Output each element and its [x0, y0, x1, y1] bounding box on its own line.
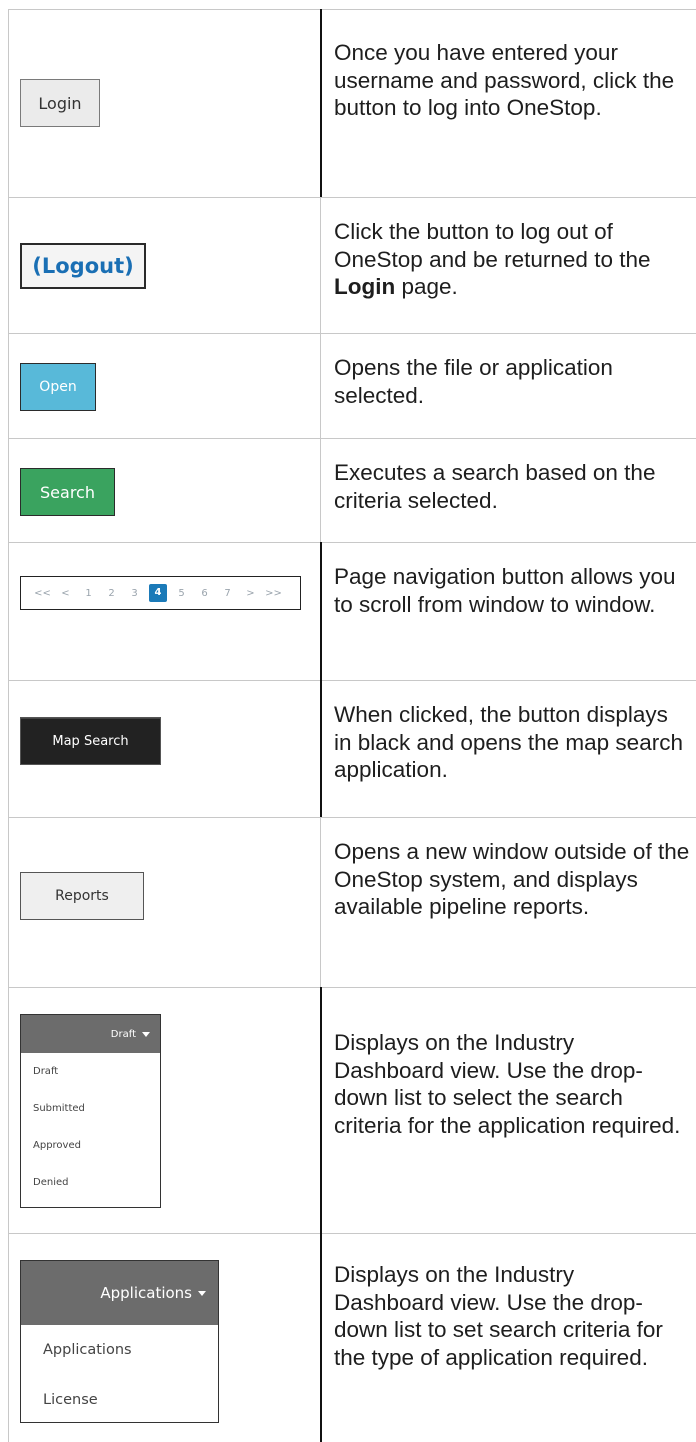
logout-description-text: Click the button to log out of OneStop a… [334, 219, 651, 272]
last-page-button[interactable]: >> [262, 588, 285, 599]
dropdown-option-draft[interactable]: Draft [21, 1053, 160, 1090]
status-dropdown-selected: Draft [110, 1028, 136, 1040]
page-4-button-active[interactable]: 4 [149, 584, 167, 602]
login-button[interactable]: Login [20, 79, 100, 127]
previous-page-button[interactable]: < [54, 588, 77, 599]
control-cell: Search [9, 438, 320, 542]
next-page-button[interactable]: > [239, 588, 262, 599]
status-dropdown-toggle[interactable]: Draft [21, 1015, 160, 1053]
table-row-logout: (Logout) Click the button to log out of … [0, 197, 696, 333]
map-search-description: When clicked, the button displays in bla… [334, 702, 683, 782]
dropdown-option-applications[interactable]: Applications [21, 1325, 218, 1375]
table-row-pagination: << < 1 2 3 4 5 6 7 > >> Page navigation … [0, 542, 696, 680]
page-navigation: << < 1 2 3 4 5 6 7 > >> [20, 576, 301, 610]
control-cell: (Logout) [9, 197, 320, 333]
dropdown-option-denied[interactable]: Denied [21, 1164, 160, 1201]
control-cell: Reports [9, 817, 320, 987]
table-row-reports: Reports Opens a new window outside of th… [0, 817, 696, 987]
caret-down-icon [198, 1290, 206, 1296]
reports-button[interactable]: Reports [20, 872, 144, 920]
type-dropdown-selected: Applications [100, 1284, 192, 1302]
type-dropdown: Applications Applications License [20, 1260, 219, 1423]
control-cell: Applications Applications License [9, 1233, 320, 1442]
pagination-description: Page navigation button allows you to scr… [334, 564, 676, 617]
logout-description-login-link: Login [334, 274, 396, 299]
control-cell: Draft Draft Submitted Approved Denied [9, 987, 320, 1233]
page-6-button[interactable]: 6 [193, 588, 216, 599]
dropdown-option-submitted[interactable]: Submitted [21, 1090, 160, 1127]
reports-description: Opens a new window outside of the OneSto… [334, 839, 690, 919]
page-1-button[interactable]: 1 [77, 588, 100, 599]
control-cell: Open [9, 333, 320, 438]
table-row-open: Open Opens the file or application selec… [0, 333, 696, 438]
search-button[interactable]: Search [20, 468, 115, 516]
page-7-button[interactable]: 7 [216, 588, 239, 599]
logout-description: Click the button to log out of OneStop a… [334, 218, 690, 301]
status-dropdown: Draft Draft Submitted Approved Denied [20, 1014, 161, 1208]
search-description: Executes a search based on the criteria … [334, 460, 656, 513]
login-description: Once you have entered your username and … [334, 40, 675, 120]
control-cell: Map Search [9, 680, 320, 817]
open-description: Opens the file or application selected. [334, 355, 613, 408]
logout-description-end: page. [395, 274, 458, 299]
page-3-button[interactable]: 3 [123, 588, 146, 599]
table-row-type-dropdown: Applications Applications License Displa… [0, 1233, 696, 1442]
page-5-button[interactable]: 5 [170, 588, 193, 599]
table-row-search: Search Executes a search based on the cr… [0, 438, 696, 542]
dropdown-option-license[interactable]: License [21, 1375, 218, 1425]
caret-down-icon [142, 1031, 150, 1037]
dropdown-option-approved[interactable]: Approved [21, 1127, 160, 1164]
first-page-button[interactable]: << [31, 588, 54, 599]
page-2-button[interactable]: 2 [100, 588, 123, 599]
control-cell: Login [9, 9, 320, 197]
table-row-status-dropdown: Draft Draft Submitted Approved Denied Di… [0, 987, 696, 1233]
control-cell: << < 1 2 3 4 5 6 7 > >> [9, 542, 320, 680]
type-dropdown-toggle[interactable]: Applications [21, 1261, 218, 1325]
status-dropdown-description: Displays on the Industry Dashboard view.… [334, 1030, 681, 1138]
open-button[interactable]: Open [20, 363, 96, 411]
type-dropdown-description: Displays on the Industry Dashboard view.… [334, 1262, 663, 1370]
table-row-map-search: Map Search When clicked, the button disp… [0, 680, 696, 817]
table-row-login: Login Once you have entered your usernam… [0, 9, 696, 197]
logout-button[interactable]: (Logout) [20, 243, 146, 289]
map-search-button[interactable]: Map Search [20, 717, 161, 765]
